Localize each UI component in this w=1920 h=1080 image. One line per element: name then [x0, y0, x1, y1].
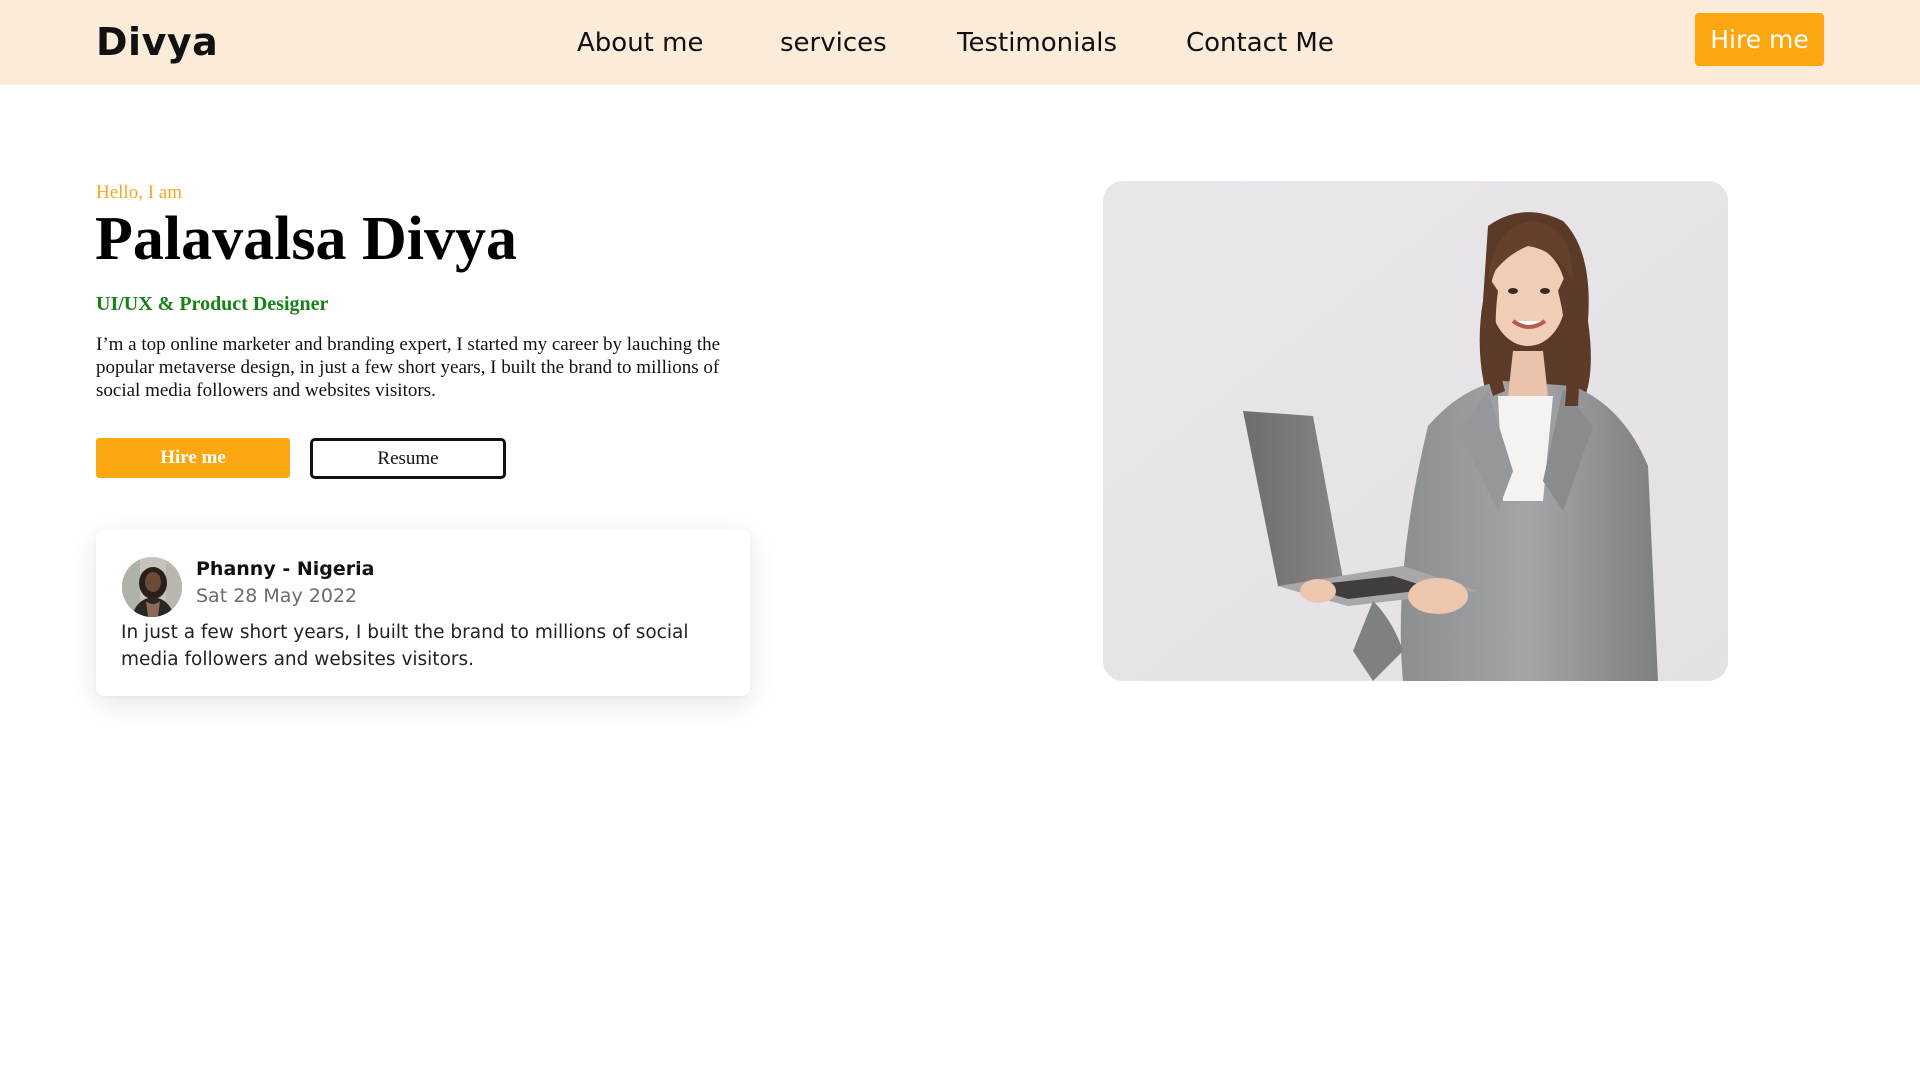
- hero-hire-me-button[interactable]: Hire me: [96, 438, 290, 478]
- testimonial-card: Phanny - Nigeria Sat 28 May 2022 In just…: [96, 529, 750, 696]
- hero-resume-button[interactable]: Resume: [310, 438, 506, 479]
- nav-link-services[interactable]: services: [780, 26, 887, 60]
- brand-logo[interactable]: Divya: [96, 18, 218, 66]
- reviewer-avatar: [122, 557, 182, 617]
- hero-bio-paragraph: I’m a top online marketer and branding e…: [96, 334, 721, 401]
- reviewer-avatar-image: [122, 557, 182, 617]
- reviewer-name: Phanny - Nigeria: [196, 558, 375, 580]
- nav-link-contact-me[interactable]: Contact Me: [1186, 26, 1334, 60]
- hero-name-heading: Palavalsa Divya: [95, 205, 517, 273]
- top-navbar: Divya About me services Testimonials Con…: [0, 0, 1920, 85]
- review-date: Sat 28 May 2022: [196, 585, 358, 607]
- review-text: In just a few short years, I built the b…: [121, 622, 689, 670]
- hero-greeting: Hello, I am: [96, 182, 183, 203]
- nav-link-testimonials[interactable]: Testimonials: [957, 26, 1117, 60]
- nav-link-about-me[interactable]: About me: [577, 26, 703, 60]
- portrait-illustration: [1103, 181, 1728, 681]
- hero-role-title: UI/UX & Product Designer: [96, 293, 329, 315]
- hero-portrait-image: [1103, 181, 1728, 681]
- nav-hire-me-button[interactable]: Hire me: [1695, 13, 1824, 66]
